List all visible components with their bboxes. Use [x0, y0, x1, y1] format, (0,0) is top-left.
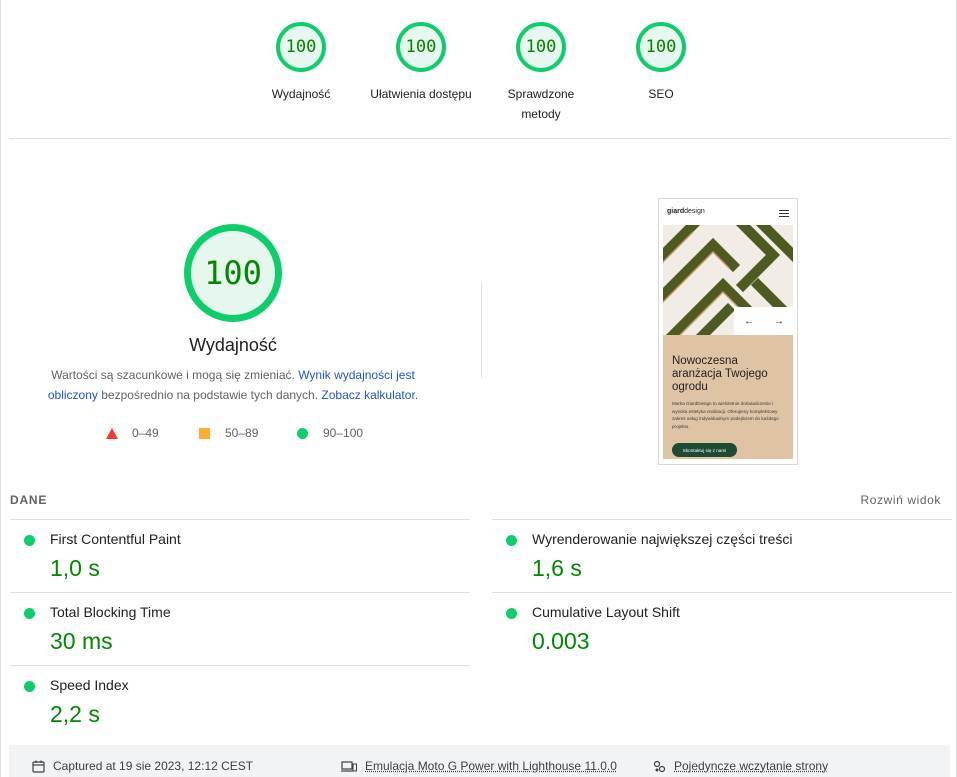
metrics-header: DANE	[10, 493, 47, 507]
gauge-accessibility[interactable]: 100 Ułatwienia dostępu	[366, 22, 476, 104]
metric-cls: Cumulative Layout Shift 0.003	[492, 592, 952, 665]
metric-value: 2,2 s	[50, 701, 100, 728]
pass-dot-icon	[24, 535, 35, 546]
square-icon	[199, 428, 210, 439]
gauge-seo[interactable]: 100 SEO	[606, 22, 716, 104]
emulation-text: Emulacja Moto G Power with Lighthouse 11…	[365, 759, 617, 773]
gauge-label: Sprawdzone metody	[486, 84, 596, 124]
gauge-best-practices[interactable]: 100 Sprawdzone metody	[486, 22, 596, 124]
gauge-label: Ułatwienia dostępu	[366, 84, 476, 104]
category-gauges: 100 Wydajność 100 Ułatwienia dostępu 100…	[1, 22, 957, 132]
captured-text: Captured at 19 sie 2023, 12:12 CEST	[53, 759, 253, 773]
pass-dot-icon	[24, 681, 35, 692]
metric-value: 1,0 s	[50, 555, 100, 582]
emulation-info[interactable]: Emulacja Moto G Power with Lighthouse 11…	[341, 759, 617, 773]
metric-value: 30 ms	[50, 628, 113, 655]
desc-text: .	[415, 388, 418, 402]
gauge-score: 100	[516, 22, 566, 72]
hero-text: Marka GiardDesign to wieloletnie doświad…	[672, 400, 784, 430]
pass-dot-icon	[506, 608, 517, 619]
performance-description: Wartości są szacunkowe i mogą się zmieni…	[37, 366, 429, 405]
calculator-link[interactable]: Zobacz kalkulator	[321, 388, 414, 402]
hamburger-menu-icon	[779, 210, 789, 219]
site-logo: giarddesign	[667, 208, 705, 215]
metric-tbt: Total Blocking Time 30 ms	[10, 592, 470, 665]
runtime-settings-footer: Captured at 19 sie 2023, 12:12 CEST Emul…	[9, 745, 950, 777]
triangle-icon	[106, 428, 118, 439]
gauge-score: 100	[636, 22, 686, 72]
legend-label: 50–89	[225, 426, 258, 440]
pass-dot-icon	[506, 535, 517, 546]
load-text: Pojedyncze wczytanie strony	[674, 759, 828, 773]
expand-view-toggle[interactable]: Rozwiń widok	[860, 493, 941, 507]
metric-name: Total Blocking Time	[50, 604, 171, 620]
metric-name: Speed Index	[50, 677, 129, 693]
captured-info: Captured at 19 sie 2023, 12:12 CEST	[32, 759, 253, 773]
final-screenshot[interactable]: giarddesign ← → Nowoczesna aranżacja Two…	[658, 198, 798, 465]
arrow-left-icon: ←	[744, 316, 754, 327]
arrow-right-icon: →	[774, 316, 784, 327]
desc-text: Wartości są szacunkowe i mogą się zmieni…	[51, 368, 298, 382]
calendar-icon	[32, 760, 45, 773]
gauge-label: SEO	[606, 84, 716, 104]
devices-icon	[341, 760, 357, 773]
metric-name: Cumulative Layout Shift	[532, 604, 680, 620]
carousel-arrows: ← →	[734, 307, 794, 335]
timer-icon	[653, 760, 666, 773]
pass-dot-icon	[24, 608, 35, 619]
metric-name: First Contentful Paint	[50, 531, 181, 547]
hero-panel: Nowoczesna aranżacja Twojego ogrodu Mark…	[663, 335, 793, 459]
performance-title: Wydajność	[133, 335, 333, 356]
gauge-score: 100	[396, 22, 446, 72]
report-frame: 100 Wydajność 100 Ułatwienia dostępu 100…	[0, 0, 957, 777]
gauge-score: 100	[276, 22, 326, 72]
legend-label: 90–100	[323, 426, 363, 440]
vertical-divider	[481, 282, 482, 378]
legend-fail: 0–49	[106, 426, 159, 440]
performance-score-gauge: 100	[184, 224, 282, 322]
metric-lcp: Wyrenderowanie największej części treści…	[492, 519, 952, 592]
divider	[9, 138, 950, 139]
metric-value: 0.003	[532, 628, 590, 655]
metric-name: Wyrenderowanie największej części treści	[532, 531, 793, 547]
legend-pass: 90–100	[297, 426, 363, 440]
metric-value: 1,6 s	[532, 555, 582, 582]
desc-text: bezpośrednio na podstawie tych danych.	[98, 388, 321, 402]
contact-button: Skontaktuj się z nami	[672, 443, 737, 457]
legend-label: 0–49	[132, 426, 159, 440]
gauge-performance[interactable]: 100 Wydajność	[246, 22, 356, 104]
load-info[interactable]: Pojedyncze wczytanie strony	[653, 759, 828, 773]
hero-heading: Nowoczesna aranżacja Twojego ogrodu	[672, 355, 790, 394]
metric-si: Speed Index 2,2 s	[10, 665, 470, 738]
gauge-label: Wydajność	[246, 84, 356, 104]
metric-fcp: First Contentful Paint 1,0 s	[10, 519, 470, 592]
circle-icon	[297, 428, 308, 439]
legend-average: 50–89	[199, 426, 258, 440]
